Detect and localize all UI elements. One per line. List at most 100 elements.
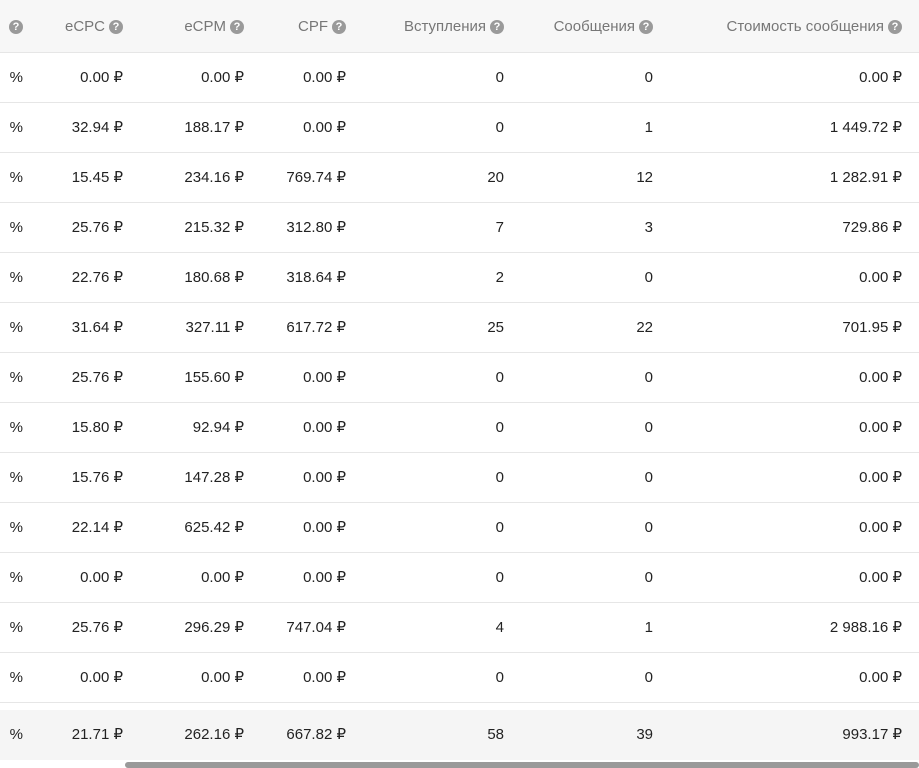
pct-cell: % [9,369,23,386]
total-ecpc: 21.71 ₽ [71,726,123,743]
message-cost-cell: 0.00 ₽ [859,369,902,386]
message-cost-cell: 0.00 ₽ [859,419,902,436]
header-joins-label: Вступления [403,18,486,35]
ecpc-cell: 0.00 ₽ [80,669,123,686]
table-row[interactable]: % 22.76 ₽ 180.68 ₽ 318.64 ₽ 2 0 0.00 ₽ [0,253,919,303]
messages-cell: 0 [644,269,653,286]
table-row[interactable]: % 25.76 ₽ 215.32 ₽ 312.80 ₽ 7 3 729.86 ₽ [0,203,919,253]
message-cost-cell: 0.00 ₽ [859,69,902,86]
help-icon[interactable]: ? [109,20,123,34]
help-icon[interactable]: ? [888,20,902,34]
total-pct: % [9,726,23,743]
table-body: % 0.00 ₽ 0.00 ₽ 0.00 ₽ 0 0 0.00 ₽% 32.94 ₽ 188.1… [0,53,919,703]
header-ecpc-label: eCPC [64,18,105,35]
messages-cell: 0 [644,69,653,86]
messages-cell: 1 [644,119,653,136]
joins-cell: 0 [495,569,504,586]
messages-cell: 0 [644,669,653,686]
joins-cell: 0 [495,519,504,536]
total-ecpm: 262.16 ₽ [184,726,244,743]
message-cost-cell: 0.00 ₽ [859,519,902,536]
message-cost-cell: 1 449.72 ₽ [829,119,902,136]
joins-cell: 0 [495,69,504,86]
pct-cell: % [9,169,23,186]
cpf-cell: 0.00 ₽ [303,369,346,386]
ecpc-cell: 31.64 ₽ [71,319,123,336]
pct-cell: % [9,269,23,286]
message-cost-cell: 2 988.16 ₽ [829,619,902,636]
messages-cell: 0 [644,569,653,586]
ecpc-cell: 22.76 ₽ [71,269,123,286]
header-ecpm[interactable]: eCPM? [140,0,244,53]
help-icon[interactable]: ? [490,20,504,34]
ecpm-cell: 296.29 ₽ [184,619,244,636]
cpf-cell: 0.00 ₽ [303,119,346,136]
pct-cell: % [9,469,23,486]
messages-cell: 0 [644,469,653,486]
messages-cell: 3 [644,219,653,236]
cpf-cell: 0.00 ₽ [303,419,346,436]
pct-cell: % [9,519,23,536]
table-row[interactable]: % 32.94 ₽ 188.17 ₽ 0.00 ₽ 0 1 1 449.72 ₽ [0,103,919,153]
joins-cell: 0 [495,369,504,386]
table-header: ? eCPC? eCPM? CPF? Вступления? Сообщения… [0,0,919,53]
pct-cell: % [9,69,23,86]
total-cpf: 667.82 ₽ [286,726,346,743]
table-row[interactable]: % 25.76 ₽ 155.60 ₽ 0.00 ₽ 0 0 0.00 ₽ [0,353,919,403]
pct-cell: % [9,419,23,436]
table-row[interactable]: % 0.00 ₽ 0.00 ₽ 0.00 ₽ 0 0 0.00 ₽ [0,653,919,703]
ecpm-cell: 92.94 ₽ [192,419,244,436]
header-messages[interactable]: Сообщения? [520,0,653,53]
help-icon[interactable]: ? [9,20,23,34]
joins-cell: 4 [495,619,504,636]
cpf-cell: 0.00 ₽ [303,469,346,486]
joins-cell: 0 [495,469,504,486]
message-cost-cell: 701.95 ₽ [842,319,902,336]
ecpc-cell: 25.76 ₽ [71,619,123,636]
header-joins[interactable]: Вступления? [360,0,504,53]
messages-cell: 0 [644,519,653,536]
header-cpf[interactable]: CPF? [260,0,346,53]
cpf-cell: 0.00 ₽ [303,69,346,86]
horizontal-scrollbar-thumb[interactable] [125,762,919,768]
ecpc-cell: 32.94 ₽ [71,119,123,136]
ecpc-cell: 15.76 ₽ [71,469,123,486]
pct-cell: % [9,619,23,636]
pct-cell: % [9,119,23,136]
table-row[interactable]: % 15.76 ₽ 147.28 ₽ 0.00 ₽ 0 0 0.00 ₽ [0,453,919,503]
header-message-cost[interactable]: Стоимость сообщения? [670,0,902,53]
pct-cell: % [9,319,23,336]
messages-cell: 12 [636,169,653,186]
table-row[interactable]: % 22.14 ₽ 625.42 ₽ 0.00 ₽ 0 0 0.00 ₽ [0,503,919,553]
ecpm-cell: 0.00 ₽ [201,669,244,686]
table-row[interactable]: % 31.64 ₽ 327.11 ₽ 617.72 ₽ 25 22 701.95 ₽ [0,303,919,353]
joins-cell: 0 [495,119,504,136]
cpf-cell: 769.74 ₽ [286,169,346,186]
ecpm-cell: 155.60 ₽ [184,369,244,386]
cpf-cell: 0.00 ₽ [303,519,346,536]
help-icon[interactable]: ? [639,20,653,34]
joins-cell: 7 [495,219,504,236]
joins-cell: 0 [495,419,504,436]
ecpc-cell: 0.00 ₽ [80,569,123,586]
table-row[interactable]: % 15.45 ₽ 234.16 ₽ 769.74 ₽ 20 12 1 282.91 ₽ [0,153,919,203]
messages-cell: 0 [644,369,653,386]
ecpc-cell: 25.76 ₽ [71,369,123,386]
help-icon[interactable]: ? [230,20,244,34]
message-cost-cell: 0.00 ₽ [859,569,902,586]
table-row[interactable]: % 15.80 ₽ 92.94 ₽ 0.00 ₽ 0 0 0.00 ₽ [0,403,919,453]
help-icon[interactable]: ? [332,20,346,34]
table-row[interactable]: % 0.00 ₽ 0.00 ₽ 0.00 ₽ 0 0 0.00 ₽ [0,53,919,103]
messages-cell: 1 [644,619,653,636]
table-row[interactable]: % 0.00 ₽ 0.00 ₽ 0.00 ₽ 0 0 0.00 ₽ [0,553,919,603]
message-cost-cell: 0.00 ₽ [859,469,902,486]
table-row[interactable]: % 25.76 ₽ 296.29 ₽ 747.04 ₽ 4 1 2 988.16 ₽ [0,603,919,653]
joins-cell: 20 [487,169,504,186]
joins-cell: 2 [495,269,504,286]
message-cost-cell: 1 282.91 ₽ [829,169,902,186]
messages-cell: 0 [644,419,653,436]
header-ecpc[interactable]: eCPC? [30,0,123,53]
cpf-cell: 747.04 ₽ [286,619,346,636]
partial-header-cell: ? [0,0,23,53]
ecpc-cell: 15.45 ₽ [71,169,123,186]
